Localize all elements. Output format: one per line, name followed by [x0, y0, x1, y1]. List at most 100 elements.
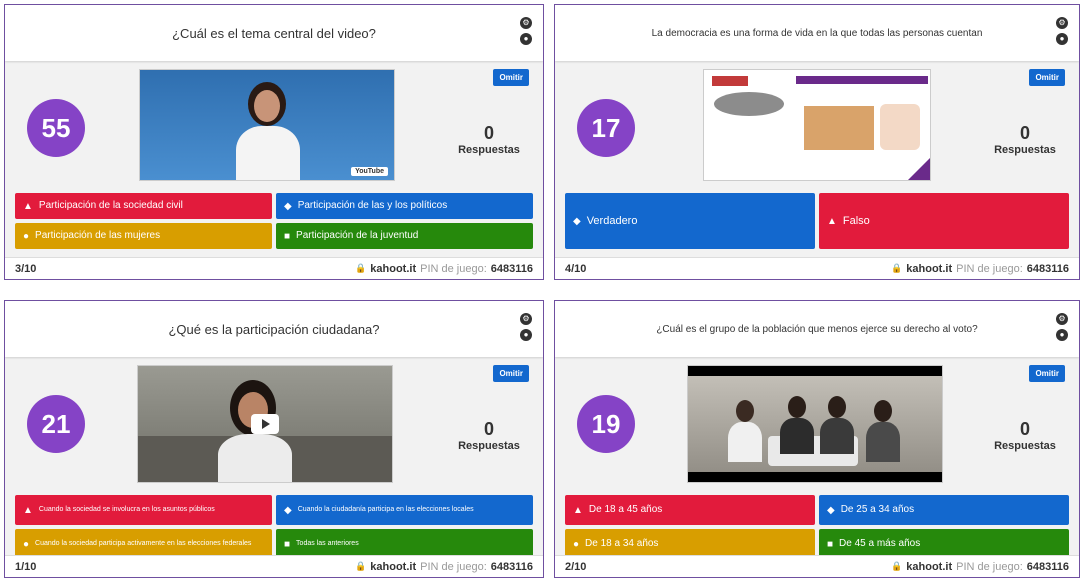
site-domain: kahoot.it	[370, 262, 417, 275]
kahoot-question-panel-2: La democracia es una forma de vida en la…	[554, 4, 1080, 280]
answer-option[interactable]: ◆ Cuando la ciudadanía participa en las …	[276, 495, 533, 525]
footer-bar: 1/10 🔒 kahoot.it PIN de juego: 6483116	[5, 555, 543, 577]
settings-icon[interactable]: ⚙	[1056, 313, 1068, 325]
question-image	[703, 69, 931, 181]
game-pin: 6483116	[1026, 560, 1069, 573]
question-video[interactable]	[687, 365, 943, 483]
settings-icon[interactable]: ⚙	[1056, 17, 1068, 29]
answer-option[interactable]: ▲ De 18 a 45 años	[565, 495, 815, 525]
footer-bar: 2/10 🔒 kahoot.it PIN de juego: 6483116	[555, 555, 1079, 577]
pin-label: PIN de juego:	[420, 262, 487, 275]
footer-bar: 4/10 🔒 kahoot.it PIN de juego: 6483116	[555, 257, 1079, 279]
answer-grid: ▲ Cuando la sociedad se involucra en los…	[15, 495, 533, 559]
footer-bar: 3/10 🔒 kahoot.it PIN de juego: 6483116	[5, 257, 543, 279]
answer-label: Participación de la juventud	[296, 230, 419, 242]
settings-icon[interactable]: ⚙	[520, 17, 532, 29]
answer-option[interactable]: ▲ Participación de la sociedad civil	[15, 193, 272, 219]
answer-option[interactable]: ◆ De 25 a 34 años	[819, 495, 1069, 525]
square-icon: ■	[827, 538, 834, 550]
controls: ⚙ ●	[519, 313, 533, 345]
game-pin-info: 🔒 kahoot.it PIN de juego: 6483116	[891, 561, 1069, 573]
answer-label: Participación de la sociedad civil	[38, 200, 183, 212]
lock-icon: 🔒	[355, 263, 367, 273]
question-bar: La democracia es una forma de vida en la…	[555, 5, 1079, 61]
answer-label: Participación de las mujeres	[35, 230, 161, 242]
youtube-badge: YouTube	[351, 167, 388, 176]
play-icon[interactable]	[251, 414, 279, 434]
answer-label: Participación de las y los políticos	[297, 200, 448, 212]
answer-label: De 18 a 45 años	[588, 504, 663, 516]
answer-option[interactable]: ◆ Participación de las y los políticos	[276, 193, 533, 219]
circle-icon: ●	[573, 538, 580, 550]
corner-decoration	[908, 158, 930, 180]
volume-icon[interactable]: ●	[1056, 33, 1068, 45]
question-counter: 1/10	[15, 560, 37, 573]
answer-label: De 18 a 34 años	[585, 538, 659, 550]
lock-icon: 🔒	[355, 561, 367, 571]
answer-grid: ▲ De 18 a 45 años ◆ De 25 a 34 años ● De…	[565, 495, 1069, 559]
volume-icon[interactable]: ●	[520, 33, 532, 45]
volume-icon[interactable]: ●	[1056, 329, 1068, 341]
answers-count: 0	[1019, 123, 1030, 143]
volume-icon[interactable]: ●	[520, 329, 532, 341]
countdown-timer: 55	[27, 99, 85, 157]
lock-icon: 🔒	[891, 561, 903, 571]
square-icon: ■	[284, 538, 291, 550]
answers-label: Respuestas	[458, 440, 520, 452]
controls: ⚙ ●	[1055, 313, 1069, 345]
placeholder-ellipse	[714, 92, 784, 116]
kahoot-question-panel-4: ¿Cuál es el grupo de la población que me…	[554, 300, 1080, 578]
question-counter: 4/10	[565, 262, 587, 275]
question-counter: 3/10	[15, 262, 37, 275]
controls: ⚙ ●	[519, 17, 533, 49]
answer-option[interactable]: ■ Participación de la juventud	[276, 223, 533, 249]
answer-option[interactable]: ◆ Verdadero	[565, 193, 815, 249]
triangle-icon: ▲	[573, 504, 583, 516]
pin-label: PIN de juego:	[956, 560, 1023, 573]
diamond-icon: ◆	[827, 504, 835, 516]
countdown-timer: 19	[577, 395, 635, 453]
answer-label: Verdadero	[586, 214, 638, 227]
game-pin-info: 🔒 kahoot.it PIN de juego: 6483116	[355, 561, 533, 573]
skip-button[interactable]: Omitir	[1029, 69, 1065, 86]
triangle-icon: ▲	[23, 200, 33, 212]
question-text: ¿Cuál es el tema central del video?	[172, 25, 376, 41]
answer-counter: 0 Respuestas	[985, 419, 1065, 453]
skip-button[interactable]: Omitir	[1029, 365, 1065, 382]
answers-count: 0	[483, 419, 494, 439]
skip-button[interactable]: Omitir	[493, 69, 529, 86]
answer-option[interactable]: ▲ Cuando la sociedad se involucra en los…	[15, 495, 272, 525]
answer-counter: 0 Respuestas	[449, 123, 529, 157]
logo-mark	[712, 76, 748, 86]
answer-label: Cuando la sociedad participa activamente…	[35, 539, 252, 547]
question-text: ¿Qué es la participación ciudadana?	[168, 321, 380, 337]
answer-label: Cuando la sociedad se involucra en los a…	[38, 505, 215, 513]
answer-option[interactable]: ● Participación de las mujeres	[15, 223, 272, 249]
settings-icon[interactable]: ⚙	[520, 313, 532, 325]
circle-icon: ●	[23, 538, 30, 550]
triangle-icon: ▲	[23, 504, 33, 516]
kahoot-question-panel-3: ¿Qué es la participación ciudadana? ⚙ ● …	[4, 300, 544, 578]
site-domain: kahoot.it	[370, 560, 417, 573]
game-pin: 6483116	[1026, 262, 1069, 275]
question-text: ¿Cuál es el grupo de la población que me…	[656, 323, 978, 335]
game-pin: 6483116	[490, 560, 533, 573]
question-video[interactable]	[137, 365, 393, 483]
skip-button[interactable]: Omitir	[493, 365, 529, 382]
pin-label: PIN de juego:	[420, 560, 487, 573]
answers-label: Respuestas	[994, 440, 1056, 452]
illustration	[880, 104, 920, 150]
answer-option[interactable]: ▲ Falso	[819, 193, 1069, 249]
answers-count: 0	[1019, 419, 1030, 439]
question-bar: ¿Cuál es el grupo de la población que me…	[555, 301, 1079, 357]
square-icon: ■	[284, 230, 291, 242]
answer-grid: ▲ Participación de la sociedad civil ◆ P…	[15, 193, 533, 249]
answer-label: Todas las anteriores	[296, 539, 359, 547]
countdown-timer: 17	[577, 99, 635, 157]
answer-label: Cuando la ciudadanía participa en las el…	[297, 505, 474, 513]
pin-label: PIN de juego:	[956, 262, 1023, 275]
site-domain: kahoot.it	[906, 560, 953, 573]
answer-grid: ◆ Verdadero ▲ Falso	[565, 193, 1069, 249]
question-video[interactable]: YouTube	[139, 69, 395, 181]
question-bar: ¿Cuál es el tema central del video?	[5, 5, 543, 61]
